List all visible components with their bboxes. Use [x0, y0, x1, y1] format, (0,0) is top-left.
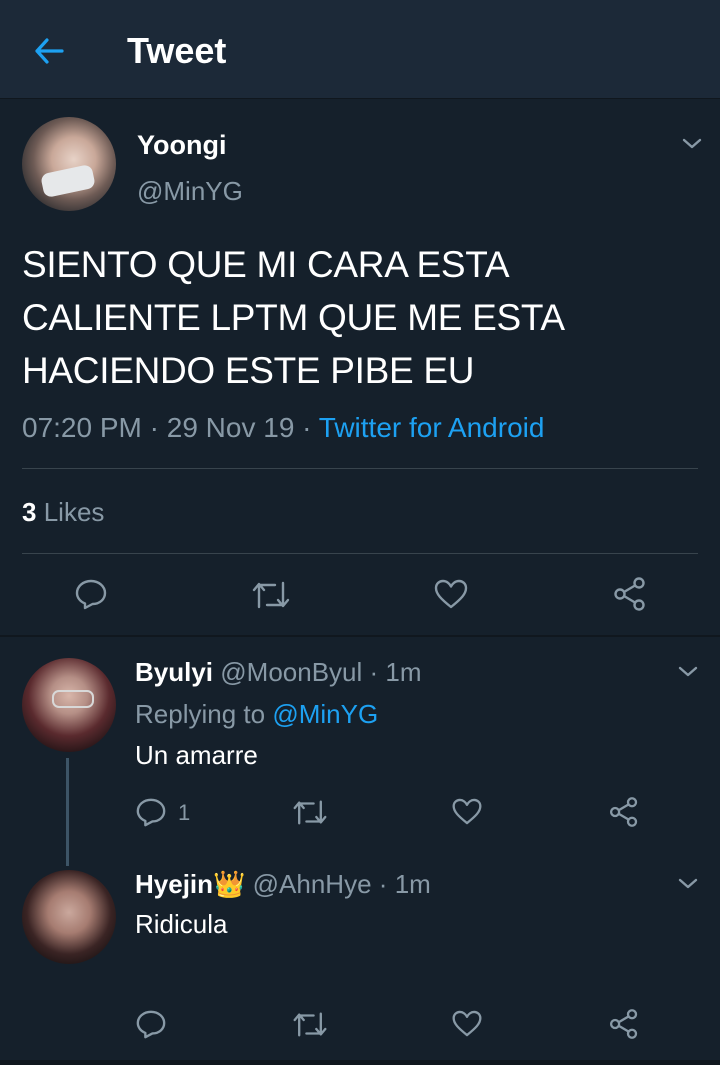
reply-author-name[interactable]: Byulyi — [135, 657, 213, 687]
meta-separator: · — [369, 657, 379, 687]
reply-text: Ridicula — [135, 909, 228, 939]
meta-separator: · — [378, 869, 388, 899]
reply-author-handle[interactable]: @AhnHye — [253, 869, 372, 899]
meta-separator: · — [149, 412, 167, 443]
likes-number: 3 — [22, 497, 37, 527]
chevron-down-icon[interactable] — [676, 660, 700, 684]
meta-separator: · — [302, 412, 319, 443]
retweet-icon[interactable] — [292, 1010, 328, 1039]
reply-count: 1 — [178, 800, 191, 825]
tweet-time: 07:20 PM — [22, 412, 142, 443]
like-icon[interactable] — [451, 1009, 483, 1038]
reply-icon[interactable] — [135, 1008, 167, 1040]
tweet-source-link[interactable]: Twitter for Android — [319, 412, 545, 443]
section-divider — [0, 1060, 720, 1065]
reply-author-handle[interactable]: @MoonByul — [220, 657, 362, 687]
author-name[interactable]: Yoongi — [137, 129, 226, 161]
divider — [22, 468, 698, 469]
share-icon[interactable] — [608, 1008, 640, 1040]
replying-to-link[interactable]: @MinYG — [272, 699, 378, 729]
thread-line — [66, 758, 69, 866]
reply-icon[interactable] — [135, 796, 167, 828]
avatar[interactable] — [22, 658, 116, 752]
tweet-meta: 07:20 PM · 29 Nov 19 · Twitter for Andro… — [22, 410, 544, 446]
share-icon[interactable] — [608, 796, 640, 828]
divider — [22, 553, 698, 554]
section-divider — [0, 635, 720, 637]
author-handle[interactable]: @MinYG — [137, 175, 243, 207]
likes-count[interactable]: 3 Likes — [22, 496, 104, 528]
reply-time: 1m — [394, 869, 431, 899]
arrow-left-icon — [35, 38, 64, 64]
reply-header: Hyejin👑 @AhnHye · 1m — [135, 868, 431, 900]
replying-to-label: Replying to — [135, 699, 266, 729]
replying-to: Replying to @MinYG — [135, 698, 378, 730]
likes-label: Likes — [43, 497, 105, 527]
tweet-text: SIENTO QUE MI CARA ESTA CALIENTE LPTM QU… — [22, 244, 563, 391]
reply-header: Byulyi @MoonByul · 1m — [135, 656, 422, 688]
share-icon[interactable] — [612, 576, 648, 612]
reply-text: Un amarre — [135, 740, 258, 770]
chevron-down-icon[interactable] — [680, 132, 704, 156]
like-icon[interactable] — [433, 578, 469, 610]
top-bar: Tweet — [0, 0, 720, 99]
tweet-date: 29 Nov 19 — [166, 412, 295, 443]
reply-author-name[interactable]: Hyejin👑 — [135, 869, 245, 899]
like-icon[interactable] — [451, 797, 483, 826]
page-title: Tweet — [127, 30, 227, 71]
retweet-icon[interactable] — [251, 579, 291, 611]
reply-icon[interactable] — [74, 577, 108, 611]
chevron-down-icon[interactable] — [676, 872, 700, 896]
back-button[interactable] — [28, 30, 70, 72]
avatar[interactable] — [22, 117, 116, 211]
reply-time: 1m — [385, 657, 422, 687]
retweet-icon[interactable] — [292, 798, 328, 827]
avatar[interactable] — [22, 870, 116, 964]
